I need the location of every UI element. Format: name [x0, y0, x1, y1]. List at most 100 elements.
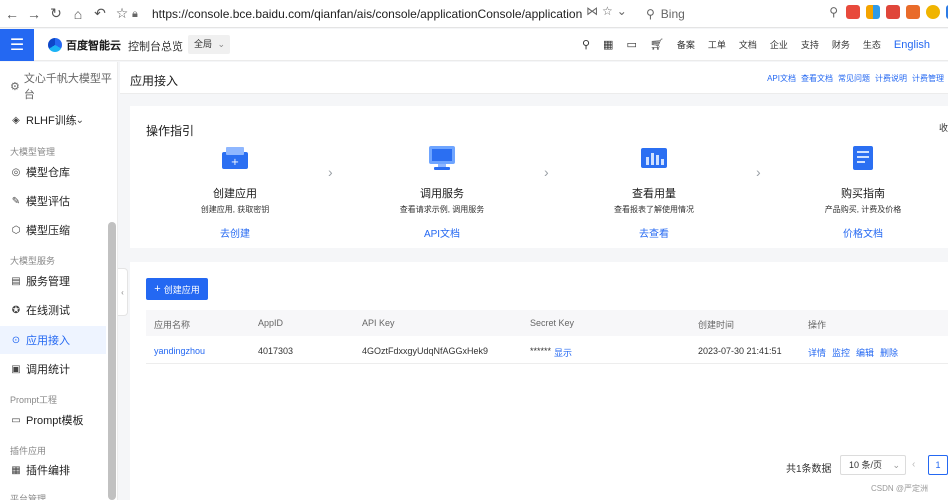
url-text: https://console.bce.baidu.com/qianfan/ai… — [152, 7, 583, 21]
step-link-pricing[interactable]: 价格文档 — [798, 225, 928, 240]
menu-icon[interactable]: ☰ — [0, 28, 34, 61]
bookmark-ext-icon[interactable] — [886, 5, 900, 19]
region-select[interactable]: 全局 ⌄ — [188, 35, 230, 54]
sidebar-item-rlhf[interactable]: ◈ RLHF训练 ⌄ — [0, 106, 106, 134]
eval-icon: ✎ — [11, 195, 21, 207]
prev-page-icon[interactable]: ‹ — [912, 459, 915, 470]
purchase-guide-icon — [848, 144, 878, 172]
api-key: 4GOztFdxxgyUdqNfAGGxHek9 — [362, 346, 489, 356]
sidebar-scrollbar[interactable] — [108, 222, 116, 500]
guide-step-call: 调用服务 查看请求示例, 调用服务 API文档 — [377, 144, 507, 240]
nav-item-docs[interactable]: 文档 — [739, 38, 757, 51]
sidebar-group-model-service: 大模型服务 — [10, 256, 56, 266]
step-name: 调用服务 — [420, 188, 464, 200]
page-header: 应用接入 API文档 查看文档 常见问题 计费说明 计费管理 — [120, 62, 948, 94]
nav-item-beian[interactable]: 备案 — [677, 38, 695, 51]
link-api-docs[interactable]: API文档 — [767, 73, 796, 84]
sidebar-item-prompt-template[interactable]: ▭ Prompt模板 — [0, 406, 106, 434]
page-size-select[interactable]: 10 条/页 ⌄ — [840, 455, 906, 475]
search-icon[interactable]: ⚲ — [582, 38, 590, 51]
detail-link[interactable]: 详情 — [808, 346, 826, 359]
plus-icon: + — [154, 283, 161, 295]
usage-chart-icon — [639, 144, 669, 172]
chevron-down-icon[interactable]: ⌄ — [617, 4, 627, 18]
sidebar-platform-link[interactable]: ⚙ 文心千帆大模型平台 — [10, 70, 117, 102]
delete-link[interactable]: 删除 — [880, 346, 898, 359]
page-title: 应用接入 — [130, 74, 179, 88]
cart-icon[interactable]: 🛒︎ — [650, 38, 664, 51]
page-number[interactable]: 1 — [928, 455, 948, 475]
link-view-docs[interactable]: 查看文档 — [801, 73, 833, 84]
reload-icon[interactable]: ↻ — [46, 4, 66, 24]
operation-guide-card: 操作指引 收 + 创建应用 创建应用, 获取密钥 去创建 › 调用服务 查看请求… — [130, 106, 948, 248]
sidebar-item-model-eval[interactable]: ✎ 模型评估 — [0, 187, 106, 215]
bookmark-icon[interactable]: ☆ — [602, 4, 613, 18]
grid-icon[interactable]: ▦ — [603, 38, 613, 51]
address-bar[interactable]: 🔒︎ https://console.bce.baidu.com/qianfan… — [132, 3, 640, 25]
link-faq[interactable]: 常见问题 — [838, 73, 870, 84]
guide-step-usage: 查看用量 查看报表了解使用情况 去查看 — [589, 144, 719, 240]
edit-link[interactable]: 编辑 — [856, 346, 874, 359]
back-icon[interactable]: ← — [2, 4, 22, 24]
platform-icon: ⚙ — [10, 80, 20, 93]
link-billing-mgmt[interactable]: 计费管理 — [912, 73, 944, 84]
chevron-down-icon: ⌄ — [217, 39, 225, 49]
nav-item-finance[interactable]: 财务 — [832, 38, 850, 51]
search-submit-icon[interactable]: ⚲ — [829, 5, 838, 19]
nav-item-support[interactable]: 支持 — [801, 38, 819, 51]
sidebar-group-model-mgmt: 大模型管理 — [10, 147, 56, 157]
extension-icon[interactable] — [846, 5, 860, 19]
sidebar-collapse-toggle[interactable]: ‹ — [118, 268, 128, 316]
guide-title: 操作指引 — [146, 124, 195, 138]
sidebar-item-label: 调用统计 — [26, 364, 70, 376]
step-link-api-docs[interactable]: API文档 — [377, 225, 507, 240]
translate-icon[interactable] — [906, 5, 920, 19]
nav-item-enterprise[interactable]: 企业 — [770, 38, 788, 51]
sidebar-item-online-test[interactable]: ✪ 在线测试 — [0, 296, 106, 324]
step-link-view[interactable]: 去查看 — [589, 225, 719, 240]
sidebar-item-label: 模型仓库 — [26, 167, 70, 179]
create-app-button[interactable]: + 创建应用 — [146, 278, 208, 300]
region-value: 全局 — [194, 39, 213, 49]
brand-logo[interactable]: 百度智能云 — [48, 37, 121, 53]
show-secret-link[interactable]: 显示 — [554, 346, 572, 359]
application-table-card: + 创建应用 应用名称 AppID API Key Secret Key 创建时… — [130, 262, 948, 500]
sidebar-item-plugin-orchestrate[interactable]: ▦ 插件编排 — [0, 456, 106, 484]
brand-name: 百度智能云 — [66, 40, 121, 52]
console-overview-link[interactable]: 控制台总览 — [128, 38, 183, 54]
sidebar-item-model-compress[interactable]: ⬡ 模型压缩 — [0, 216, 106, 244]
stats-icon: ▣ — [11, 363, 21, 375]
sidebar-item-service-mgmt[interactable]: ▤ 服务管理 — [0, 267, 106, 295]
call-service-icon — [427, 144, 457, 172]
guide-step-create: + 创建应用 创建应用, 获取密钥 去创建 — [170, 144, 300, 240]
sidebar-item-label: 插件编排 — [26, 465, 70, 477]
step-desc: 查看报表了解使用情况 — [614, 205, 694, 214]
nav-item-ecosystem[interactable]: 生态 — [863, 38, 881, 51]
search-input[interactable]: ⚲ Bing ⚲ — [646, 3, 842, 25]
message-icon[interactable]: ▭ — [626, 38, 636, 51]
step-link-create[interactable]: 去创建 — [170, 225, 300, 240]
guide-collapse-button[interactable]: 收 — [939, 121, 948, 134]
sidebar-item-app-access[interactable]: ⊙ 应用接入 — [0, 326, 106, 354]
link-billing-info[interactable]: 计费说明 — [875, 73, 907, 84]
forward-icon[interactable]: → — [24, 4, 44, 24]
language-switch[interactable]: English — [894, 39, 930, 51]
row-actions: 详情 监控 编辑 删除 — [808, 346, 898, 359]
nav-item-ticket[interactable]: 工单 — [708, 38, 726, 51]
undo-icon[interactable]: ↶ — [90, 4, 110, 24]
chevron-down-icon: ⌄ — [892, 460, 900, 470]
monitor-link[interactable]: 监控 — [832, 346, 850, 359]
sidebar-item-label: 模型压缩 — [26, 225, 70, 237]
column-header: 操作 — [808, 320, 827, 330]
prompt-icon: ▭ — [11, 414, 21, 426]
sidebar-item-model-repo[interactable]: ◎ 模型仓库 — [0, 158, 106, 186]
share-icon[interactable]: ⋈ — [586, 4, 598, 18]
sidebar-group-platform: 平台管理 — [10, 494, 47, 500]
app-name-link[interactable]: yandingzhou — [154, 346, 205, 356]
star-icon[interactable]: ☆ — [112, 4, 132, 24]
grid-apps-icon[interactable] — [866, 5, 880, 19]
home-icon[interactable]: ⌂ — [68, 4, 88, 24]
chevron-right-icon: › — [756, 164, 761, 180]
moon-icon[interactable] — [926, 5, 940, 19]
sidebar-item-call-stats[interactable]: ▣ 调用统计 — [0, 355, 106, 383]
